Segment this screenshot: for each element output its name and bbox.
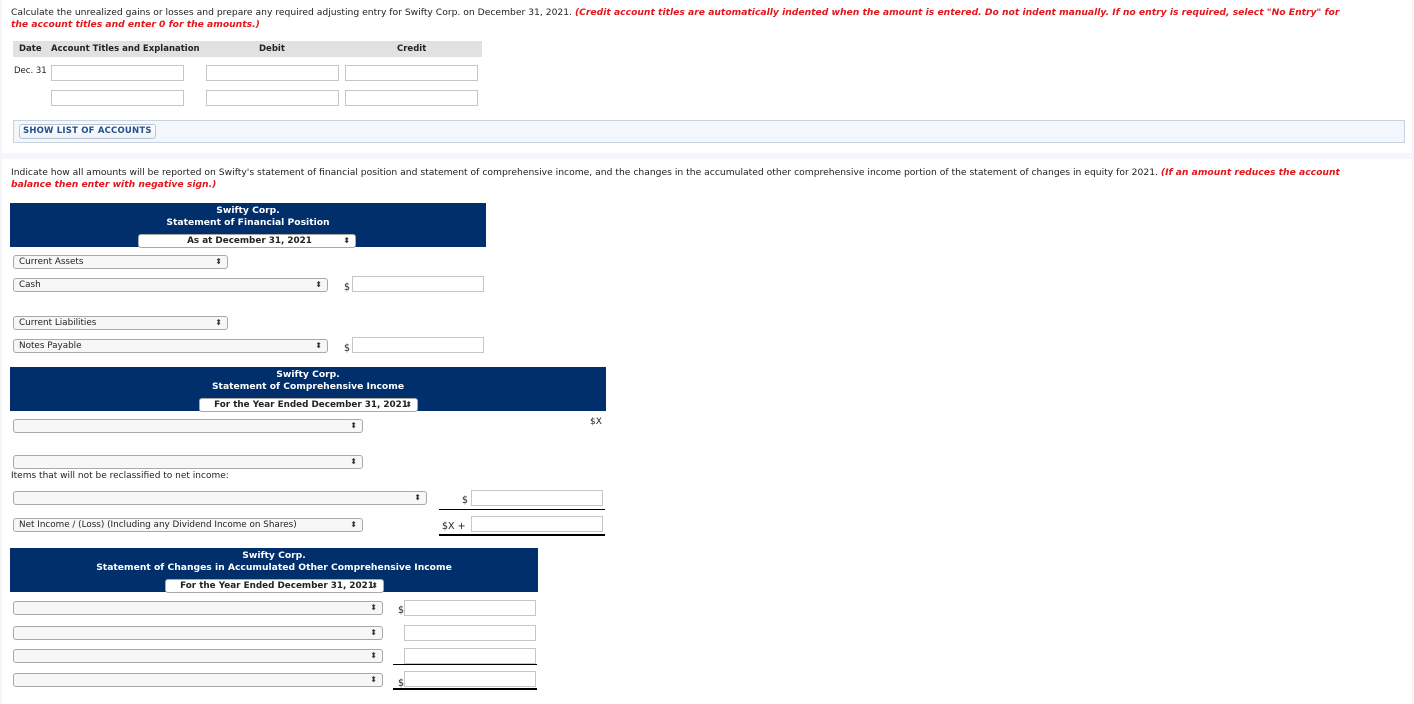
account-title-input[interactable]	[51, 65, 184, 81]
subtotal-rule	[393, 664, 537, 665]
part2-instruction-text: Indicate how all amounts will be reporte…	[11, 167, 1161, 178]
aoci-line-select[interactable]: ⬍	[13, 601, 383, 615]
select-arrow-icon: ⬍	[414, 493, 421, 502]
select-value: Current Assets	[19, 257, 84, 267]
currency-symbol: $	[344, 343, 351, 354]
aoci-title: Statement of Changes in Accumulated Othe…	[96, 562, 452, 573]
sfp-period-select[interactable]: As at December 31, 2021 ⬍	[138, 234, 356, 248]
aoci-amount-input[interactable]	[404, 648, 536, 664]
sci-line-select[interactable]: ⬍	[13, 455, 363, 469]
aoci-company: Swifty Corp.	[242, 550, 306, 561]
financial-statements-panel: Indicate how all amounts will be reporte…	[2, 159, 1412, 704]
part2-note-line1: (If an amount reduces the account	[1160, 167, 1340, 178]
select-arrow-icon: ⬍	[343, 236, 350, 245]
select-arrow-icon: ⬍	[370, 603, 377, 612]
sfp-period-value: As at December 31, 2021	[187, 236, 312, 246]
sci-title: Statement of Comprehensive Income	[211, 381, 405, 392]
select-arrow-icon: ⬍	[405, 400, 412, 409]
total-prefix: $X +	[442, 521, 466, 532]
select-arrow-icon: ⬍	[315, 280, 322, 289]
credit-input[interactable]	[345, 65, 478, 81]
show-list-of-accounts-button[interactable]: SHOW LIST OF ACCOUNTS	[19, 124, 156, 139]
part1-note-line1: (Credit account titles are automatically…	[574, 7, 1340, 18]
aoci-amount-input[interactable]	[404, 625, 536, 641]
select-value: Net Income / (Loss) (Including any Divid…	[19, 520, 297, 530]
account-title-input[interactable]	[51, 90, 184, 106]
cash-amount-input[interactable]	[352, 276, 484, 292]
sfp-title: Statement of Financial Position	[166, 217, 330, 228]
header-account: Account Titles and Explanation	[51, 44, 200, 54]
sfp-classification-select[interactable]: Current Liabilities ⬍	[13, 316, 228, 330]
part2-instruction: Indicate how all amounts will be reporte…	[11, 167, 1340, 191]
part1-instruction-text: Calculate the unrealized gains or losses…	[11, 7, 575, 18]
part2-note-line2: balance then enter with negative sign.)	[11, 179, 217, 190]
header-debit: Debit	[259, 44, 285, 54]
aoci-total-amount-input[interactable]	[404, 671, 536, 687]
accounts-bar: SHOW LIST OF ACCOUNTS	[13, 120, 1405, 143]
select-arrow-icon: ⬍	[370, 628, 377, 637]
select-arrow-icon: ⬍	[350, 457, 357, 466]
comprehensive-income-select[interactable]: Net Income / (Loss) (Including any Divid…	[13, 518, 363, 532]
select-value: Current Liabilities	[19, 318, 97, 328]
aoci-amount-input[interactable]	[404, 600, 536, 616]
oci-amount-input[interactable]	[471, 490, 603, 506]
net-income-placeholder-value: $X	[590, 417, 602, 427]
items-not-reclassified-label: Items that will not be reclassified to n…	[11, 471, 229, 481]
part1-instruction: Calculate the unrealized gains or losses…	[11, 7, 1339, 31]
aoci-period-select[interactable]: For the Year Ended December 31, 2021 ⬍	[165, 579, 384, 593]
journal-row-date: Dec. 31	[14, 66, 47, 76]
total-rule	[439, 534, 605, 536]
debit-input[interactable]	[206, 65, 339, 81]
sfp-account-select[interactable]: Cash ⬍	[13, 278, 328, 292]
journal-header: Date Account Titles and Explanation Debi…	[13, 41, 482, 57]
select-arrow-icon: ⬍	[215, 318, 222, 327]
select-arrow-icon: ⬍	[370, 651, 377, 660]
sci-line-select[interactable]: ⬍	[13, 419, 363, 433]
header-date: Date	[19, 44, 42, 54]
select-arrow-icon: ⬍	[350, 520, 357, 529]
select-arrow-icon: ⬍	[215, 257, 222, 266]
select-arrow-icon: ⬍	[371, 581, 378, 590]
select-arrow-icon: ⬍	[350, 421, 357, 430]
header-credit: Credit	[397, 44, 427, 54]
select-arrow-icon: ⬍	[315, 341, 322, 350]
part1-note-line2: the account titles and enter 0 for the a…	[11, 19, 260, 30]
aoci-line-select[interactable]: ⬍	[13, 649, 383, 663]
sfp-company: Swifty Corp.	[216, 205, 280, 216]
sci-header: Swifty Corp. Statement of Comprehensive …	[10, 367, 606, 412]
total-rule	[393, 688, 537, 690]
oci-item-select[interactable]: ⬍	[13, 491, 427, 505]
sci-period-value: For the Year Ended December 31, 2021	[214, 400, 408, 410]
select-value: Notes Payable	[19, 341, 82, 351]
select-value: Cash	[19, 280, 41, 290]
notes-payable-amount-input[interactable]	[352, 337, 484, 353]
currency-symbol: $	[344, 282, 351, 293]
aoci-period-value: For the Year Ended December 31, 2021	[180, 581, 374, 591]
journal-entry-panel: Calculate the unrealized gains or losses…	[2, 0, 1412, 153]
credit-input[interactable]	[345, 90, 478, 106]
comprehensive-income-amount-input[interactable]	[471, 516, 603, 532]
debit-input[interactable]	[206, 90, 339, 106]
sfp-header: Swifty Corp. Statement of Financial Posi…	[10, 203, 486, 248]
sfp-classification-select[interactable]: Current Assets ⬍	[13, 255, 228, 269]
sfp-account-select[interactable]: Notes Payable ⬍	[13, 339, 328, 353]
sci-period-select[interactable]: For the Year Ended December 31, 2021 ⬍	[199, 398, 418, 412]
aoci-line-select[interactable]: ⬍	[13, 673, 383, 687]
aoci-header: Swifty Corp. Statement of Changes in Acc…	[10, 548, 538, 593]
subtotal-rule	[439, 509, 605, 510]
select-arrow-icon: ⬍	[370, 675, 377, 684]
aoci-line-select[interactable]: ⬍	[13, 626, 383, 640]
sci-company: Swifty Corp.	[276, 369, 340, 380]
currency-symbol: $	[462, 495, 469, 506]
